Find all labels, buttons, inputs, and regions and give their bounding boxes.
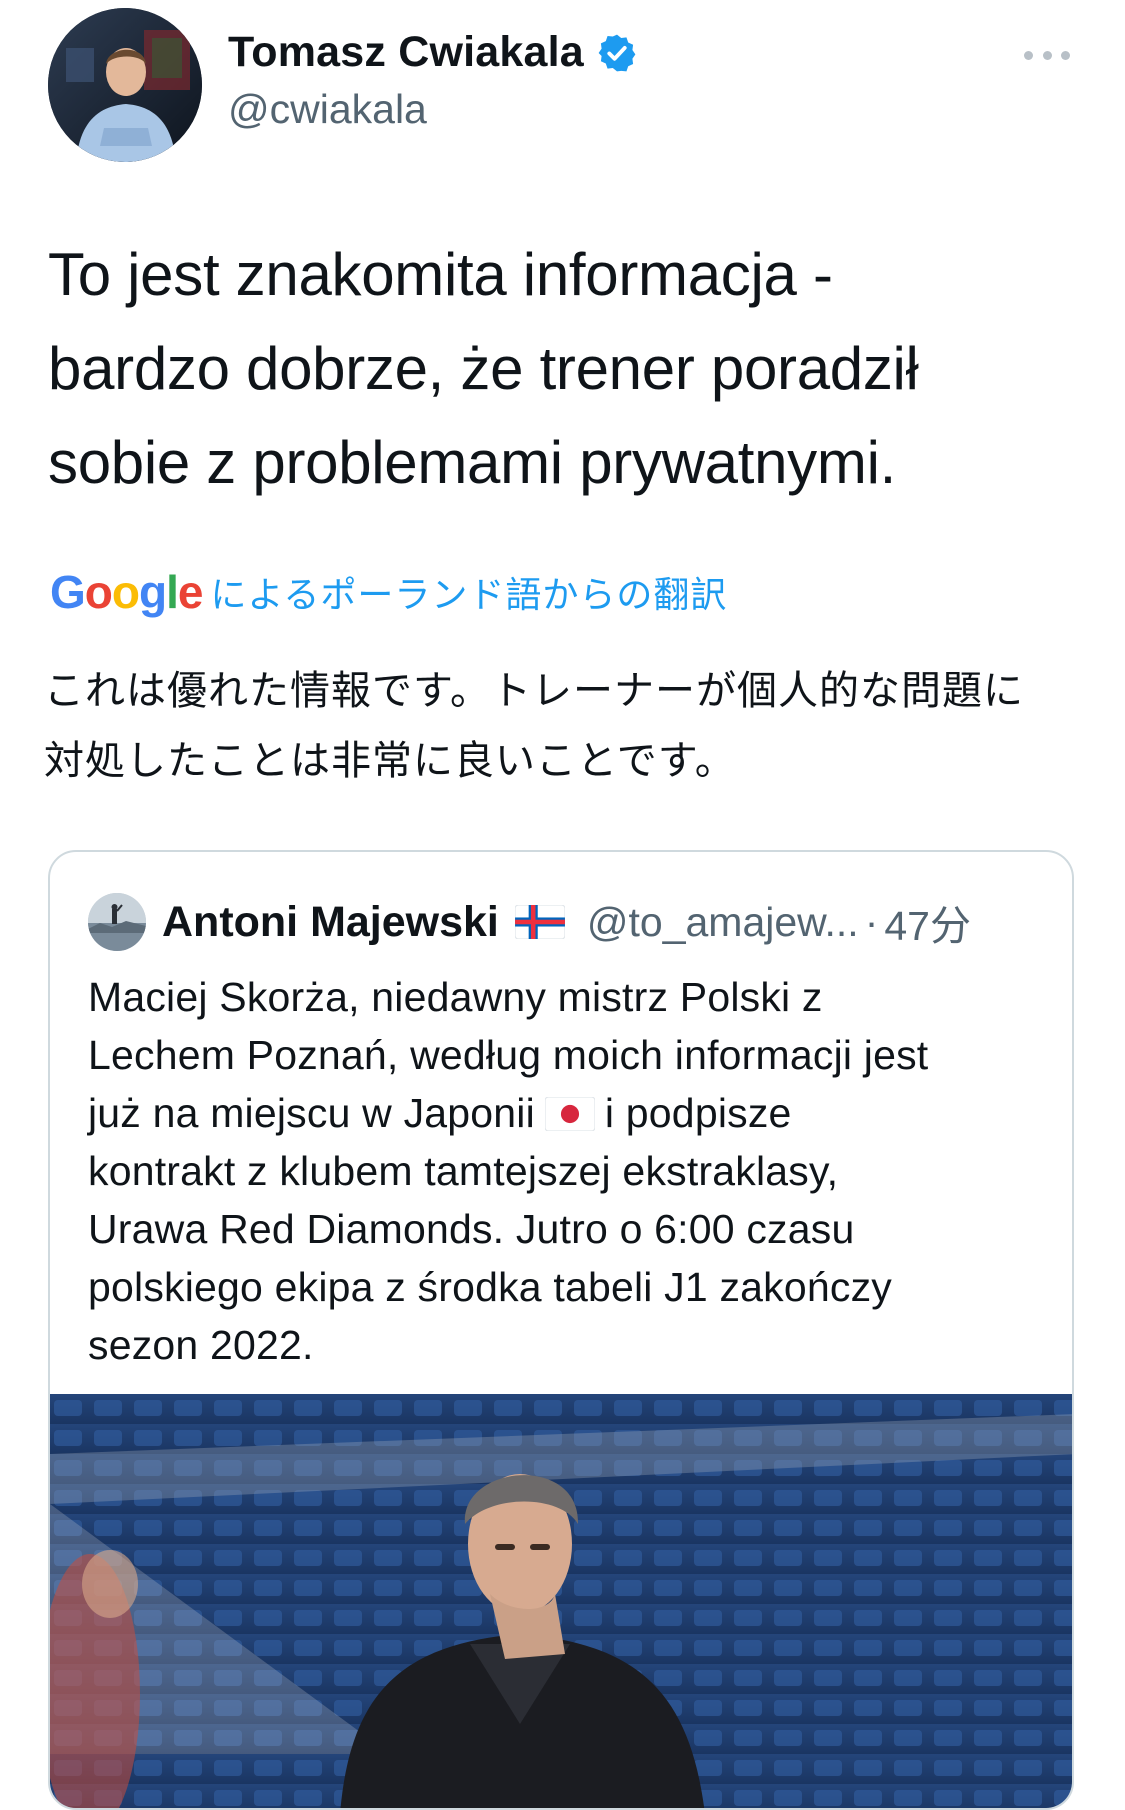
tweet-text-line: bardzo dobrze, że trener poradził <box>48 335 919 402</box>
more-options-icon[interactable] <box>1024 38 1070 72</box>
quoted-timestamp[interactable]: 47分 <box>884 892 971 952</box>
quoted-author-avatar-image <box>88 893 146 951</box>
translation-label[interactable]: によるポーランド語からの翻訳 <box>210 566 727 618</box>
author-avatar[interactable] <box>48 8 202 162</box>
quoted-text-segment: i podpisze <box>604 1090 792 1136</box>
faroe-islands-flag-icon <box>514 904 566 940</box>
quoted-text-line: Maciej Skorża, niedawny mistrz Polski z <box>88 974 823 1020</box>
author-name[interactable]: Tomasz Cwiakala <box>228 28 584 77</box>
quoted-tweet-photo[interactable] <box>50 1394 1072 1808</box>
quoted-text-line: Lechem Poznań, według moich informacji j… <box>88 1032 929 1078</box>
author-handle[interactable]: @cwiakala <box>228 86 427 133</box>
author-avatar-image <box>48 8 202 162</box>
quoted-text-line: Urawa Red Diamonds. Jutro o 6:00 czasu <box>88 1206 855 1252</box>
tweet-text: To jest znakomita informacja - bardzo do… <box>48 228 1088 510</box>
translated-text-line: 対処したことは非常に良いことです。 <box>44 739 736 783</box>
quoted-text-line: już na miejscu w Japonii i podpisze <box>88 1084 1048 1142</box>
translation-attribution[interactable]: Google によるポーランド語からの翻訳 <box>50 566 727 618</box>
translated-text: これは優れた情報です。トレーナーが個人的な問題に 対処したことは非常に良いことで… <box>44 656 1094 796</box>
stadium-coach-photo <box>50 1394 1072 1808</box>
quoted-tweet-header: Antoni Majewski @to_amajew... · 47分 <box>88 890 1048 954</box>
quoted-text-line: sezon 2022. <box>88 1322 314 1368</box>
quoted-text-segment: już na miejscu w Japonii <box>88 1090 535 1136</box>
verified-badge-icon <box>596 32 638 74</box>
tweet-text-line: To jest znakomita informacja - <box>48 241 833 308</box>
translated-text-line: これは優れた情報です。トレーナーが個人的な問題に <box>44 669 1024 713</box>
japan-flag-icon <box>544 1088 596 1132</box>
quoted-tweet-card[interactable]: Antoni Majewski @to_amajew... · 47分 Maci… <box>48 850 1074 1810</box>
quoted-author-handle[interactable]: @to_amajew... <box>587 899 859 946</box>
author-line: Tomasz Cwiakala <box>228 28 638 77</box>
tweet-header: Tomasz Cwiakala @cwiakala <box>0 0 1125 170</box>
quoted-text-line: kontrakt z klubem tamtejszej ekstraklasy… <box>88 1148 839 1194</box>
tweet-text-line: sobie z problemami prywatnymi. <box>48 429 896 496</box>
quoted-text-line: polskiego ekipa z środka tabeli J1 zakoń… <box>88 1264 892 1310</box>
quoted-meta-separator: · <box>864 898 879 945</box>
google-logo: Google <box>50 566 203 618</box>
quoted-tweet-text: Maciej Skorża, niedawny mistrz Polski z … <box>88 968 1048 1374</box>
quoted-author-name[interactable]: Antoni Majewski <box>162 898 499 947</box>
quoted-author-avatar[interactable] <box>88 893 146 951</box>
